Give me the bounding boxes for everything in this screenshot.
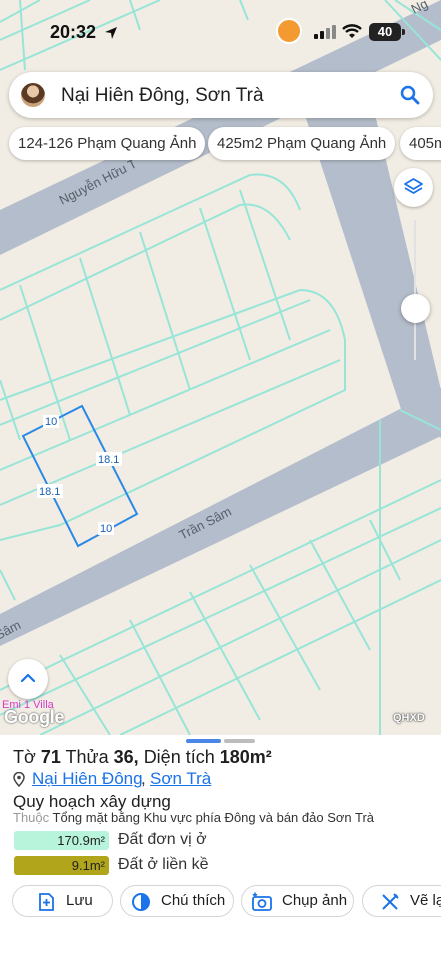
dimension-bottom: 10 xyxy=(100,523,112,535)
save-button[interactable]: Lưu xyxy=(12,885,113,917)
dimension-right: 18.1 xyxy=(98,454,119,466)
parcel-info-sheet[interactable]: Tờ 71 Thửa 36, Diện tích 180m² Nại Hiên … xyxy=(0,735,441,960)
district-link[interactable]: Sơn Trà xyxy=(150,769,211,789)
planning-scope: Thuộc Tổng mặt bằng Khu vực phía Đông và… xyxy=(13,810,374,825)
land-use-bar-1: 170.9m² xyxy=(14,831,109,850)
battery-tip xyxy=(402,29,405,35)
zoom-slider-handle[interactable] xyxy=(401,294,430,323)
search-query[interactable]: Nại Hiên Đông, Sơn Trà xyxy=(61,85,264,107)
chip-suggestion-3[interactable]: 405m xyxy=(400,127,441,160)
to-value: 71 xyxy=(40,747,61,767)
ward-link[interactable]: Nại Hiên Đông xyxy=(32,769,143,789)
layers-button[interactable] xyxy=(394,168,433,207)
belongs-label: Thuộc xyxy=(13,810,50,825)
expand-button[interactable] xyxy=(8,659,48,699)
qhxd-label: QHXD xyxy=(393,712,425,724)
land-use-label-1: Đất đơn vị ở xyxy=(118,831,207,848)
suggestion-chips: 124-126 Phạm Quang Ảnh 425m2 Phạm Quang … xyxy=(0,127,441,161)
thua-label: Thửa xyxy=(65,747,109,767)
dimension-top: 10 xyxy=(45,416,57,428)
sheet-handle-inactive[interactable] xyxy=(224,739,255,743)
google-logo: Google xyxy=(4,707,65,727)
section-title: Quy hoạch xây dựng xyxy=(13,792,171,811)
location-arrow-icon xyxy=(105,27,117,39)
search-icon[interactable] xyxy=(399,84,421,106)
save-label: Lưu xyxy=(66,892,93,909)
map-view[interactable]: Nguyễn Hữu T Trần Sâm Sâm Ng 10 18.1 18.… xyxy=(0,0,441,735)
capture-button[interactable]: Chụp ảnh xyxy=(241,885,354,917)
belongs-value: Tổng mặt bằng Khu vực phía Đông và bán đ… xyxy=(52,810,375,825)
layers-icon xyxy=(404,178,423,194)
sheet-handle-active[interactable] xyxy=(186,739,221,743)
bookmark-add-icon xyxy=(39,893,54,911)
location-separator: , xyxy=(141,769,146,788)
coffee-app-icon xyxy=(276,18,302,44)
land-use-bar-2: 9.1m² xyxy=(14,856,109,875)
draw-tools-icon xyxy=(382,893,399,910)
status-bar: 20:32 40 xyxy=(0,14,441,50)
to-label: Tờ xyxy=(13,747,36,767)
clock: 20:32 xyxy=(50,22,97,42)
search-bar[interactable]: Nại Hiên Đông, Sơn Trà xyxy=(9,72,433,118)
chip-suggestion-1[interactable]: 124-126 Phạm Quang Ảnh xyxy=(9,127,206,160)
parcel-title: Tờ 71 Thửa 36, Diện tích 180m² xyxy=(13,747,272,768)
zoom-slider-track[interactable] xyxy=(414,220,416,360)
capture-label: Chụp ảnh xyxy=(282,892,348,909)
parcel-dimension-labels: 10 18.1 18.1 10 xyxy=(37,415,122,535)
selected-parcel[interactable] xyxy=(21,404,139,548)
land-use-label-2: Đất ở liền kề xyxy=(118,856,209,873)
camera-add-icon xyxy=(252,892,272,911)
legend-button[interactable]: Chú thích xyxy=(120,885,234,917)
thua-value: 36, xyxy=(113,747,139,767)
chip-suggestion-2[interactable]: 425m2 Phạm Quang Ảnh xyxy=(208,127,396,160)
draw-button[interactable]: Vẽ lạ xyxy=(362,885,441,917)
battery-indicator: 40 xyxy=(369,23,401,41)
contrast-icon xyxy=(132,893,150,911)
area-label: Diện tích xyxy=(143,747,215,767)
avatar[interactable] xyxy=(21,83,45,107)
legend-label: Chú thích xyxy=(161,892,226,909)
chevron-up-icon xyxy=(21,673,35,683)
area-value: 180m² xyxy=(219,747,272,767)
location-pin-icon xyxy=(13,772,25,787)
draw-label: Vẽ lạ xyxy=(410,892,441,909)
wifi-icon xyxy=(342,24,362,38)
dimension-left: 18.1 xyxy=(39,486,60,498)
cellular-signal-icon xyxy=(314,25,336,39)
action-bar: Lưu Chú thích Chụp ảnh Vẽ lạ xyxy=(0,885,441,919)
